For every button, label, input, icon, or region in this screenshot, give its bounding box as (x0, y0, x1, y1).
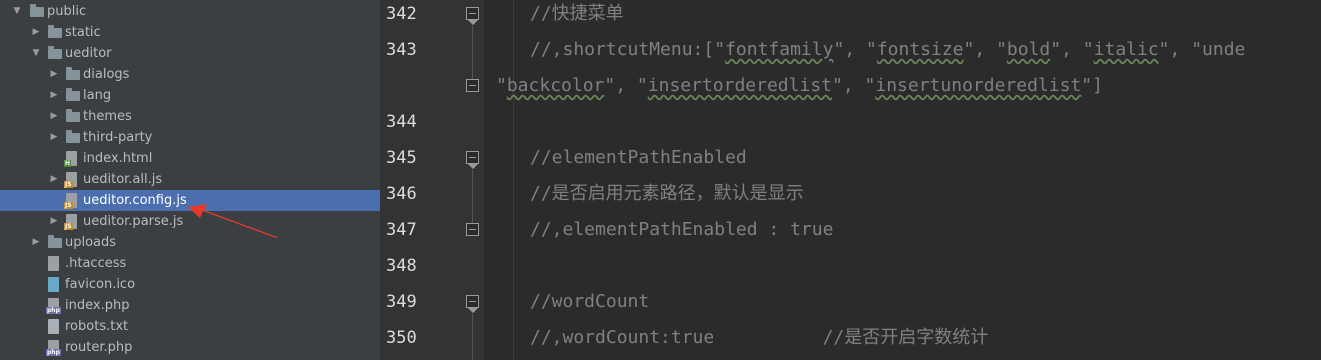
tree-item-label: ueditor (65, 46, 112, 61)
code-line[interactable]: "backcolor", "insertorderedlist", "inser… (496, 68, 1103, 104)
folder-icon (48, 46, 62, 59)
tree-item-label: dialogs (83, 67, 130, 82)
fold-guide (472, 314, 473, 360)
indent-guide (513, 0, 514, 360)
code-line[interactable]: //,wordCount:true //是否开启字数统计 (530, 320, 988, 356)
tree-item-label: .htaccess (65, 256, 127, 271)
line-number: 342 (386, 4, 417, 24)
file-type-badge: H (64, 160, 72, 167)
fold-open-icon[interactable] (466, 295, 479, 313)
tree-item-label: router.php (65, 340, 133, 355)
tree-item-label: themes (83, 109, 132, 124)
tree-item-label: public (47, 4, 87, 19)
tree-item[interactable]: favicon.ico (0, 274, 380, 295)
tree-item-label: robots.txt (65, 319, 129, 334)
tree-item[interactable]: robots.txt (0, 316, 380, 337)
collapsed-arrow-icon[interactable]: ▶ (49, 211, 59, 232)
tree-item[interactable]: ▶ JS ueditor.parse.js (0, 211, 380, 232)
folder-icon (66, 130, 80, 143)
js-file-icon: JS (64, 172, 77, 188)
file-type-badge: JS (64, 223, 73, 230)
line-number: 347 (386, 220, 417, 240)
tree-item-label: third-party (83, 130, 153, 145)
tree-item-label: uploads (65, 235, 117, 250)
fold-open-icon[interactable] (466, 151, 479, 169)
code-line[interactable]: //elementPathEnabled (530, 140, 747, 176)
tree-item-label: ueditor.config.js (83, 193, 187, 208)
tree-item-label: favicon.ico (65, 277, 136, 292)
collapsed-arrow-icon[interactable]: ▶ (49, 85, 59, 106)
tree-item[interactable]: ▶ themes (0, 106, 380, 127)
collapsed-arrow-icon[interactable]: ▶ (31, 22, 41, 43)
tree-item[interactable]: ▶ lang (0, 85, 380, 106)
code-line[interactable]: //快捷菜单 (530, 0, 624, 32)
txt-file-icon (48, 319, 59, 334)
code-editor[interactable]: //快捷菜单//,shortcutMenu:["fontfamily", "fo… (484, 0, 1321, 360)
code-line[interactable]: //是否启用元素路径，默认是显示 (530, 176, 804, 212)
file-type-badge: JS (64, 202, 73, 209)
tree-item[interactable]: .htaccess (0, 253, 380, 274)
tree-item[interactable]: ▼ ueditor (0, 43, 380, 64)
code-line[interactable]: //wordCount (530, 284, 649, 320)
line-number: 349 (386, 292, 417, 312)
folder-icon (48, 25, 62, 38)
fold-open-icon[interactable] (466, 7, 479, 25)
php-file-icon: php (46, 298, 61, 314)
code-line[interactable]: //,shortcutMenu:["fontfamily", "fontsize… (530, 32, 1245, 68)
line-number: 345 (386, 148, 417, 168)
line-number: 344 (386, 112, 417, 132)
html-file-icon: H (64, 151, 77, 167)
fold-close-icon[interactable] (466, 79, 479, 92)
expanded-arrow-icon[interactable]: ▼ (31, 43, 41, 64)
js-file-icon: JS (64, 214, 77, 230)
line-number (386, 68, 436, 104)
ht-file-icon (48, 256, 59, 271)
line-number: 343 (386, 40, 417, 60)
tree-item[interactable]: ▼ public (0, 1, 380, 22)
tree-item-label: index.html (83, 151, 153, 166)
tree-item[interactable]: php index.php (0, 295, 380, 316)
collapsed-arrow-icon[interactable]: ▶ (49, 106, 59, 127)
folder-icon (30, 4, 44, 17)
collapsed-arrow-icon[interactable]: ▶ (49, 169, 59, 190)
folder-icon (66, 109, 80, 122)
fold-guide (472, 170, 473, 223)
ico-file-icon (48, 277, 59, 292)
collapsed-arrow-icon[interactable]: ▶ (31, 232, 41, 253)
tree-item[interactable]: Hindex.html (0, 148, 380, 169)
tree-item-label: index.php (65, 298, 130, 313)
folder-icon (66, 88, 80, 101)
code-line[interactable]: //,elementPathEnabled : true (530, 212, 833, 248)
line-number: 350 (386, 328, 417, 348)
folder-icon (48, 235, 62, 248)
tree-item[interactable]: JS ueditor.config.js (0, 190, 380, 211)
tree-item[interactable]: php router.php (0, 337, 380, 358)
fold-close-icon[interactable] (466, 223, 479, 236)
file-type-badge: JS (64, 181, 73, 188)
tree-item[interactable]: ▶ static (0, 22, 380, 43)
js-file-icon: JS (64, 193, 77, 209)
fold-guide (472, 26, 473, 79)
tree-item[interactable]: ▶ uploads (0, 232, 380, 253)
project-tree: ▼ public ▶ static ▼ ueditor ▶ dialogs ▶ lang ▶ them… (0, 0, 380, 360)
tree-item-label: lang (83, 88, 112, 103)
folder-icon (66, 67, 80, 80)
expanded-arrow-icon[interactable]: ▼ (12, 1, 22, 22)
file-type-badge: php (46, 349, 61, 356)
tree-item-label: static (65, 25, 101, 40)
file-type-badge: php (46, 307, 61, 314)
tree-item-label: ueditor.parse.js (83, 214, 184, 229)
tree-item[interactable]: ▶ third-party (0, 127, 380, 148)
tree-item-label: ueditor.all.js (83, 172, 163, 187)
tree-item[interactable]: ▶ JS ueditor.all.js (0, 169, 380, 190)
line-number: 348 (386, 256, 417, 276)
php-file-icon: php (46, 340, 61, 356)
tree-item[interactable]: ▶ dialogs (0, 64, 380, 85)
collapsed-arrow-icon[interactable]: ▶ (49, 127, 59, 148)
line-number: 346 (386, 184, 417, 204)
collapsed-arrow-icon[interactable]: ▶ (49, 64, 59, 85)
